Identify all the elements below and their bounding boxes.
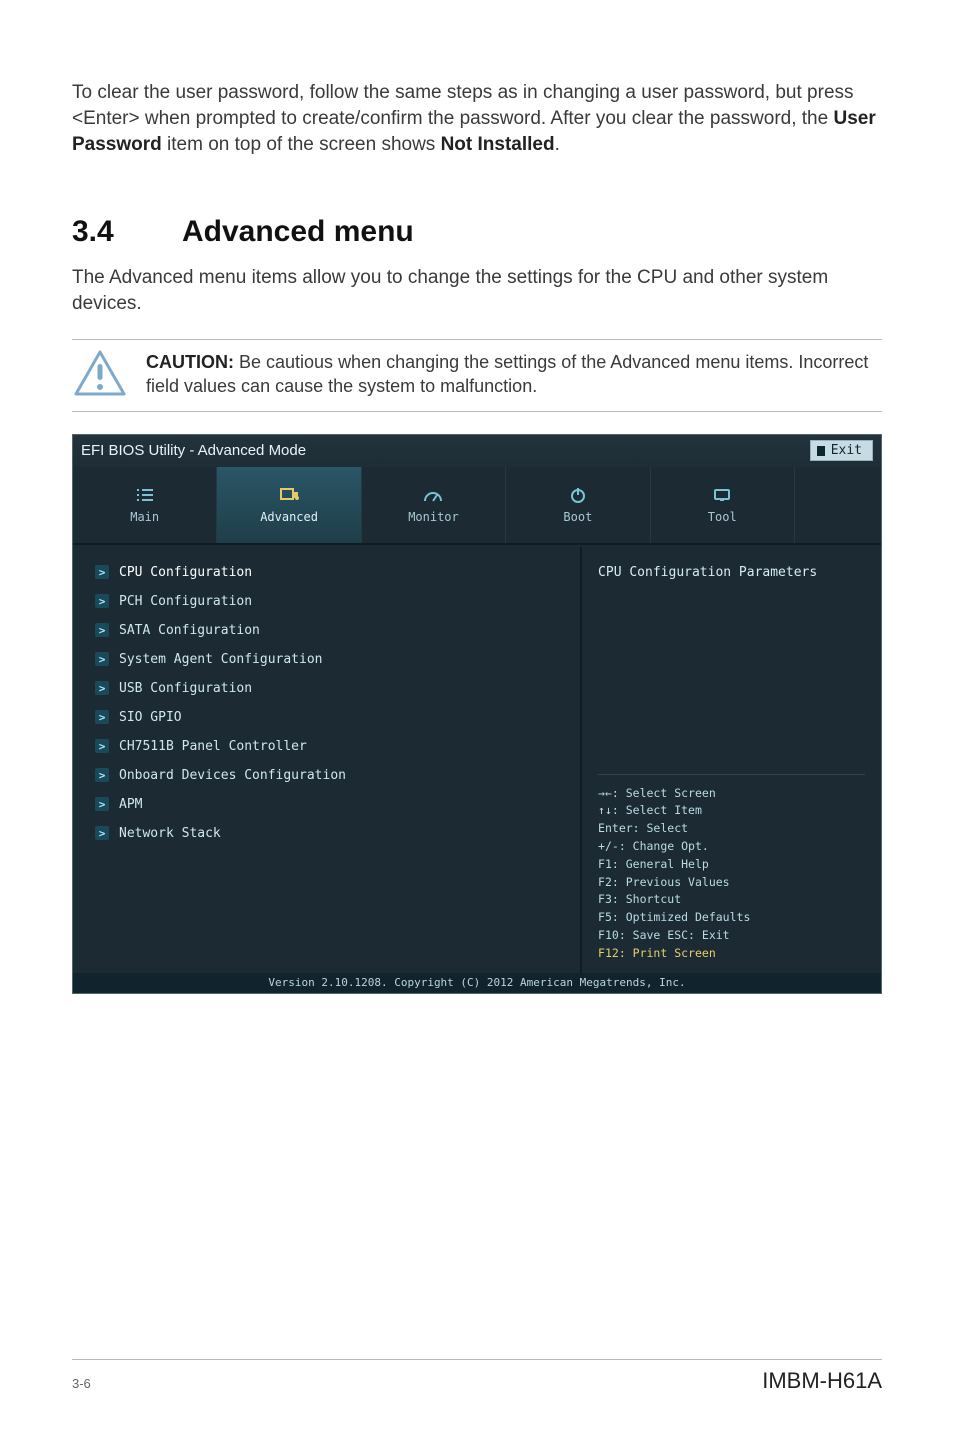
intro-bold-not-installed: Not Installed [441, 134, 555, 155]
bios-menu-pane: > CPU Configuration > PCH Configuration > S… [73, 547, 582, 973]
chip-icon [278, 486, 300, 504]
menu-pch-configuration[interactable]: > PCH Configuration [95, 594, 570, 609]
menu-label: APM [119, 797, 142, 812]
tab-monitor[interactable]: Monitor [362, 467, 506, 543]
help-line: F1: General Help [598, 856, 865, 874]
chevron-right-icon: > [95, 594, 109, 608]
intro-paragraph: To clear the user password, follow the s… [72, 80, 882, 159]
tab-boot-label: Boot [563, 510, 592, 524]
menu-label: SATA Configuration [119, 623, 260, 638]
bios-help-block: →←: Select Screen ↑↓: Select Item Enter:… [598, 774, 865, 963]
menu-system-agent-configuration[interactable]: > System Agent Configuration [95, 652, 570, 667]
menu-label: USB Configuration [119, 681, 252, 696]
caution-icon [72, 350, 128, 396]
menu-usb-configuration[interactable]: > USB Configuration [95, 681, 570, 696]
chevron-right-icon: > [95, 739, 109, 753]
help-line: F10: Save ESC: Exit [598, 927, 865, 945]
menu-label: Network Stack [119, 826, 221, 841]
caution-text: CAUTION: Be cautious when changing the s… [146, 350, 882, 399]
menu-network-stack[interactable]: > Network Stack [95, 826, 570, 841]
menu-label: Onboard Devices Configuration [119, 768, 346, 783]
tab-advanced-label: Advanced [260, 510, 318, 524]
tab-main[interactable]: Main [73, 467, 217, 543]
info-title: CPU Configuration Parameters [598, 565, 865, 580]
bios-window: EFI BIOS Utility - Advanced Mode Exit Ma… [72, 434, 882, 994]
page-footer: 3-6 IMBM-H61A [72, 1359, 882, 1394]
tab-boot[interactable]: Boot [506, 467, 650, 543]
tab-main-label: Main [130, 510, 159, 524]
section-heading: 3.4Advanced menu [72, 215, 882, 249]
exit-icon [817, 446, 825, 456]
tab-tool[interactable]: Tool [651, 467, 795, 543]
help-line: ↑↓: Select Item [598, 802, 865, 820]
menu-label: PCH Configuration [119, 594, 252, 609]
power-icon [567, 486, 589, 504]
tab-empty [795, 467, 881, 543]
chevron-right-icon: > [95, 768, 109, 782]
intro-text-end: . [555, 134, 560, 155]
help-line: F5: Optimized Defaults [598, 909, 865, 927]
page-number: 3-6 [72, 1376, 91, 1391]
chevron-right-icon: > [95, 826, 109, 840]
section-description: The Advanced menu items allow you to cha… [72, 265, 882, 317]
section-title-text: Advanced menu [182, 215, 414, 248]
product-model: IMBM-H61A [762, 1368, 882, 1394]
chevron-right-icon: > [95, 565, 109, 579]
menu-onboard-devices-configuration[interactable]: > Onboard Devices Configuration [95, 768, 570, 783]
help-line-accent: F12: Print Screen [598, 945, 865, 963]
tab-advanced[interactable]: Advanced [217, 467, 361, 543]
menu-label: CH7511B Panel Controller [119, 739, 307, 754]
chevron-right-icon: > [95, 710, 109, 724]
exit-button[interactable]: Exit [810, 440, 873, 461]
bios-title: EFI BIOS Utility - Advanced Mode [81, 442, 306, 459]
menu-sata-configuration[interactable]: > SATA Configuration [95, 623, 570, 638]
help-line: F2: Previous Values [598, 874, 865, 892]
list-icon [134, 486, 156, 504]
caution-body: Be cautious when changing the settings o… [146, 352, 868, 396]
help-line: F3: Shortcut [598, 891, 865, 909]
menu-apm[interactable]: > APM [95, 797, 570, 812]
bios-titlebar: EFI BIOS Utility - Advanced Mode Exit [73, 435, 881, 467]
intro-text-pre: To clear the user password, follow the s… [72, 82, 854, 129]
exit-label: Exit [831, 443, 862, 458]
intro-text-mid: item on top of the screen shows [162, 134, 441, 155]
tab-tool-label: Tool [708, 510, 737, 524]
caution-block: CAUTION: Be cautious when changing the s… [72, 339, 882, 412]
caution-label: CAUTION: [146, 352, 234, 372]
chevron-right-icon: > [95, 652, 109, 666]
menu-label: CPU Configuration [119, 565, 252, 580]
tool-icon [711, 486, 733, 504]
menu-label: System Agent Configuration [119, 652, 323, 667]
help-line: +/-: Change Opt. [598, 838, 865, 856]
menu-sio-gpio[interactable]: > SIO GPIO [95, 710, 570, 725]
bios-footer: Version 2.10.1208. Copyright (C) 2012 Am… [73, 973, 881, 993]
help-line: Enter: Select [598, 820, 865, 838]
bios-info-pane: CPU Configuration Parameters →←: Select … [582, 547, 881, 973]
chevron-right-icon: > [95, 623, 109, 637]
menu-ch7511b-panel-controller[interactable]: > CH7511B Panel Controller [95, 739, 570, 754]
tab-monitor-label: Monitor [408, 510, 459, 524]
menu-label: SIO GPIO [119, 710, 182, 725]
chevron-right-icon: > [95, 681, 109, 695]
gauge-icon [422, 486, 444, 504]
help-line: →←: Select Screen [598, 785, 865, 803]
chevron-right-icon: > [95, 797, 109, 811]
menu-cpu-configuration[interactable]: > CPU Configuration [95, 565, 570, 580]
section-number: 3.4 [72, 215, 182, 249]
bios-tabs: Main Advanced Monitor Boot [73, 467, 881, 545]
